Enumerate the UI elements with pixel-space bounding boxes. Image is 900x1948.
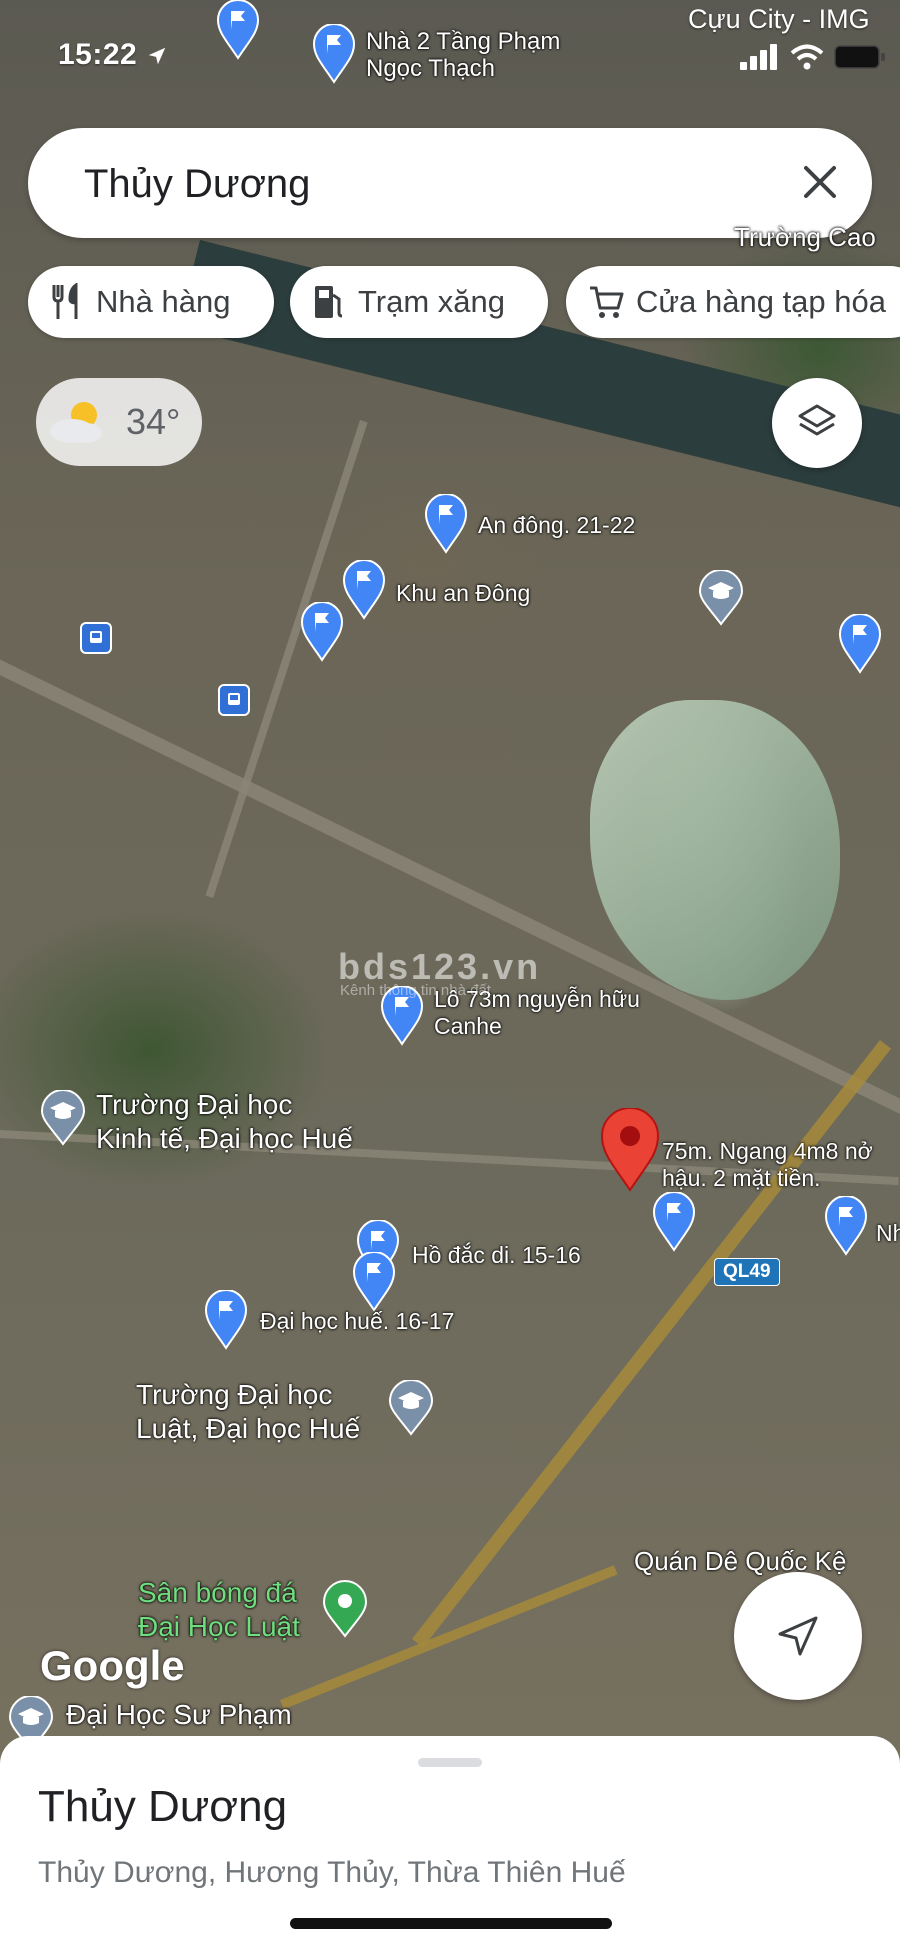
watermark-subtitle: Kênh thông tin nhà đất (340, 982, 491, 999)
map-label[interactable]: Nh (876, 1220, 900, 1247)
flag-pin-icon[interactable] (300, 602, 344, 662)
map-label[interactable]: An đông. 21-22 (478, 512, 635, 539)
map-label[interactable]: Quán Dê Quốc Kệ (634, 1548, 846, 1575)
battery-icon (834, 45, 885, 69)
chip-restaurants[interactable]: Nhà hàng (28, 266, 274, 338)
location-arrow-icon (148, 47, 166, 65)
flag-pin-icon[interactable] (312, 24, 356, 84)
flag-pin-icon[interactable] (824, 1196, 868, 1256)
search-query[interactable]: Thủy Dương (84, 162, 310, 207)
school-pin-icon[interactable] (698, 570, 744, 626)
wifi-icon (790, 44, 824, 70)
chip-label: Cửa hàng tạp hóa (636, 284, 886, 319)
map-label[interactable]: Khu an Đông (396, 580, 530, 607)
chip-groceries[interactable]: Cửa hàng tạp hóa (566, 266, 900, 338)
place-address: Thủy Dương, Hương Thủy, Thừa Thiên Huế (38, 1856, 626, 1889)
google-logo: Google (40, 1642, 185, 1689)
chip-gas-stations[interactable]: Trạm xăng (290, 266, 548, 338)
navigation-arrow-icon (778, 1616, 818, 1656)
map-label[interactable]: Đại Học Sư Phạm (66, 1698, 292, 1732)
chip-label: Trạm xăng (358, 284, 506, 319)
chip-label: Nhà hàng (96, 284, 231, 319)
partly-cloudy-icon (50, 402, 102, 443)
sheet-drag-handle[interactable] (418, 1758, 482, 1767)
bus-stop-icon[interactable] (80, 622, 112, 654)
weather-temperature: 34° (126, 401, 181, 442)
flag-pin-icon[interactable] (204, 1290, 248, 1350)
signal-icon (740, 44, 777, 70)
road-shield: QL49 (714, 1258, 780, 1286)
map-label[interactable]: Đại học huế. 16-17 (260, 1308, 454, 1335)
status-icons (740, 44, 886, 70)
place-sheet[interactable]: Thủy Dương Thủy Dương, Hương Thủy, Thừa … (0, 1736, 900, 1948)
flag-pin-icon[interactable] (352, 1252, 396, 1312)
layers-button[interactable] (772, 378, 862, 468)
flag-pin-icon[interactable] (652, 1192, 696, 1252)
selected-location-pin-icon[interactable] (600, 1108, 660, 1192)
flag-pin-icon[interactable] (342, 560, 386, 620)
close-icon[interactable] (796, 158, 844, 206)
map-label[interactable]: Trường Đại học Kinh tế, Đại học Huế (96, 1088, 353, 1156)
stadium-pin-icon[interactable] (322, 1580, 368, 1638)
school-pin-icon[interactable] (388, 1380, 434, 1436)
map-label[interactable]: Trường Cao (734, 224, 876, 251)
map-label[interactable]: Sân bóng đá Đại Học Luật (138, 1576, 300, 1644)
my-location-button[interactable] (734, 1572, 862, 1700)
map-label[interactable]: Nhà 2 Tầng Phạm Ngọc Thạch (366, 28, 560, 82)
flag-pin-icon[interactable] (838, 614, 882, 674)
map-label[interactable]: 75m. Ngang 4m8 nở hậu. 2 mặt tiền. (662, 1138, 873, 1192)
place-title: Thủy Dương (38, 1782, 288, 1831)
layers-icon (798, 404, 836, 436)
school-pin-icon[interactable] (40, 1090, 86, 1146)
map-label[interactable]: Hồ đắc di. 15-16 (412, 1242, 581, 1269)
status-time: 15:22 (58, 38, 168, 72)
restaurant-icon (52, 283, 78, 319)
map-label[interactable]: Trường Đại học Luật, Đại học Huế (136, 1378, 360, 1446)
map-screen: 15:22 Cựu City - IMG Thủy Dương Nhà hàng… (0, 0, 900, 1948)
home-indicator[interactable] (290, 1918, 612, 1929)
gas-station-icon (315, 286, 343, 318)
flag-pin-icon[interactable] (424, 494, 468, 554)
weather-badge[interactable]: 34° (36, 378, 202, 466)
shopping-cart-icon (590, 286, 624, 318)
flag-pin-icon[interactable] (216, 0, 260, 60)
pond (590, 700, 840, 1000)
bus-stop-icon[interactable] (218, 684, 250, 716)
status-carrier: Cựu City - IMG (688, 4, 870, 34)
